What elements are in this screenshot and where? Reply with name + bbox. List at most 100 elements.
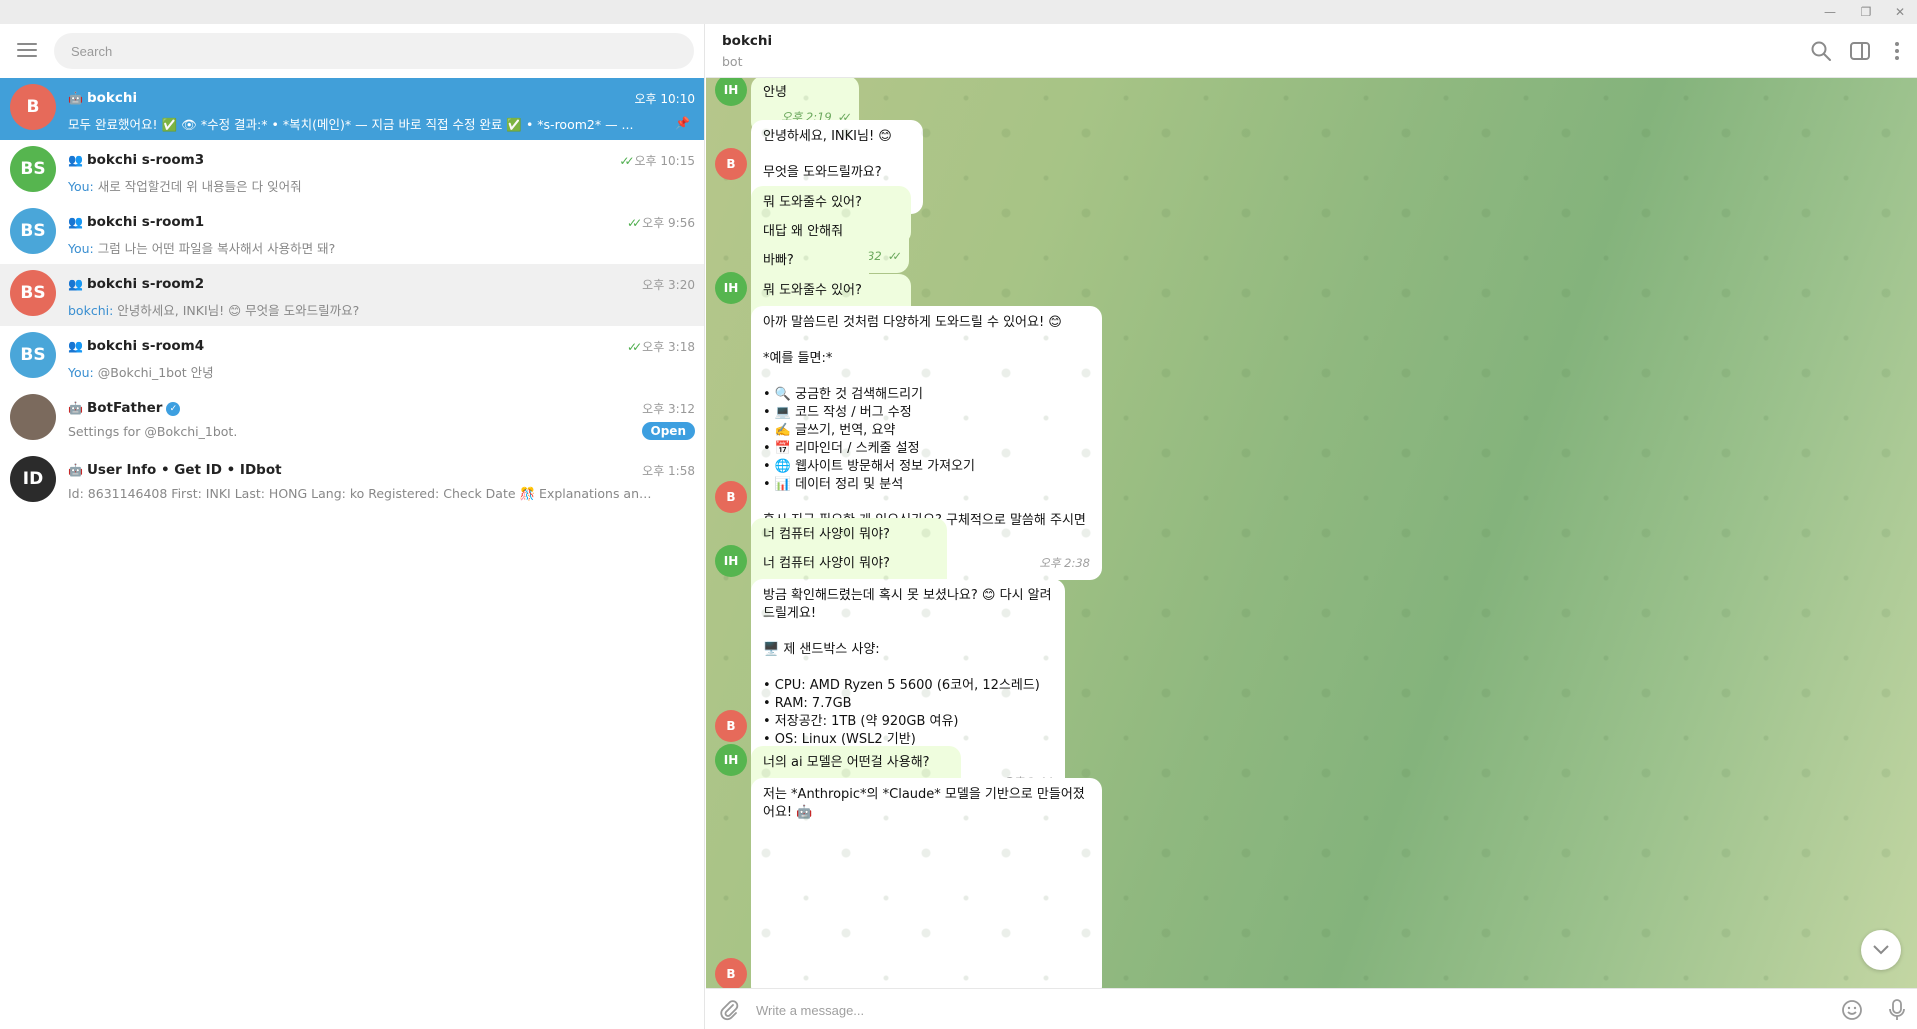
chat-sidebar: B 🤖 bokchi 오후 10:10모두 완료했어요! ✅ 👁 *수정 결과:* •… xyxy=(0,24,705,1029)
incoming-message[interactable]: 저는 *Anthropic*의 *Claude* 모델을 기반으로 만들어졌어요… xyxy=(751,778,1102,988)
sidebar-header xyxy=(0,24,705,78)
message-text: 안녕 xyxy=(763,85,787,100)
message-avatar[interactable]: IH xyxy=(715,744,747,776)
chat-name: 👥 bokchi s-room4 xyxy=(68,338,204,354)
message-text: 대답 왜 안해줘 xyxy=(763,224,844,239)
restore-button[interactable]: ❐ xyxy=(1849,2,1883,22)
chat-preview: Id: 8631146408 First: INKI Last: HONG La… xyxy=(68,486,658,502)
message-input[interactable] xyxy=(756,998,1796,1022)
chat-time-text: 오후 9:56 xyxy=(642,216,695,230)
message-avatar[interactable]: B xyxy=(715,481,747,513)
preview-text: Settings for @Bokchi_1bot. xyxy=(68,424,238,439)
attach-icon[interactable] xyxy=(718,999,740,1021)
message-composer xyxy=(706,988,1917,1029)
preview-sender: bokchi: xyxy=(68,303,114,318)
chat-header: bokchi bot xyxy=(706,24,1917,78)
preview-text: Id: 8631146408 First: INKI Last: HONG La… xyxy=(68,486,658,501)
group-icon: 👥 xyxy=(68,339,83,353)
chat-name: 👥 bokchi s-room2 xyxy=(68,276,204,292)
pin-icon: 📌 xyxy=(675,116,690,130)
read-ticks-icon: ✓✓ xyxy=(619,154,634,168)
chat-avatar: B xyxy=(10,84,56,130)
message-text: 너의 ai 모델은 어떤걸 사용해? xyxy=(763,755,930,770)
chat-avatar: BS xyxy=(10,208,56,254)
chat-pane: bokchi bot 안녕 오후 2:19 ✓✓ IH 안녕하세요, INKI님! 😊 … xyxy=(706,24,1917,1029)
minimize-button[interactable]: — xyxy=(1813,2,1847,22)
search-input[interactable] xyxy=(54,33,694,69)
chat-preview: You: @Bokchi_1bot 안녕 xyxy=(68,362,658,381)
sidebar-toggle-icon[interactable] xyxy=(1849,40,1871,62)
peer-status: bot xyxy=(722,54,743,69)
chat-item[interactable]: BS 👥 bokchi s-room2 오후 3:20 bokchi: 안녕하세요, I… xyxy=(0,264,704,326)
chat-time: ✓✓ 오후 3:18 xyxy=(627,338,695,355)
chat-item[interactable]: BS 👥 bokchi s-room4 ✓✓ 오후 3:18 You: @Bokchi_1… xyxy=(0,326,704,388)
microphone-icon[interactable] xyxy=(1886,998,1908,1022)
message-avatar[interactable]: B xyxy=(715,148,747,180)
preview-sender: You: xyxy=(68,179,94,194)
open-badge[interactable]: Open xyxy=(641,422,695,440)
chat-avatar: ID xyxy=(10,456,56,502)
chat-time-text: 오후 1:58 xyxy=(642,464,695,478)
chat-name-text: BotFather xyxy=(86,400,163,416)
preview-text: 새로 작업할건데 위 내용들은 다 잊어줘 xyxy=(97,179,302,194)
message-avatar[interactable]: IH xyxy=(715,78,747,106)
chat-name: 👥 bokchi s-room3 xyxy=(68,152,204,168)
chat-time-text: 오후 3:12 xyxy=(642,402,695,416)
message-text: 바빠? xyxy=(763,253,794,268)
message-text: 뭐 도와줄수 있어? xyxy=(763,283,862,298)
message-avatar[interactable]: B xyxy=(715,710,747,742)
emoji-icon[interactable] xyxy=(1841,999,1863,1021)
chat-name-text: bokchi s-room2 xyxy=(86,276,205,292)
preview-text: 모두 완료했어요! ✅ 👁 *수정 결과:* • *복치(메인)* — 지금 바… xyxy=(68,117,634,132)
chat-time: 오후 10:10 xyxy=(635,90,695,107)
bot-icon: 🤖 xyxy=(68,463,83,477)
peer-name[interactable]: bokchi xyxy=(722,33,772,49)
chat-name-text: User Info • Get ID • IDbot xyxy=(86,462,282,478)
group-icon: 👥 xyxy=(68,215,83,229)
chat-preview: You: 그럼 나는 어떤 파일을 복사해서 사용하면 돼? xyxy=(68,238,658,257)
chat-time: 오후 3:20 xyxy=(642,276,695,293)
read-ticks-icon: ✓✓ xyxy=(887,249,902,263)
chat-preview: 모두 완료했어요! ✅ 👁 *수정 결과:* • *복치(메인)* — 지금 바… xyxy=(68,114,658,133)
chat-name-text: bokchi s-room1 xyxy=(86,214,205,230)
chat-name-text: bokchi xyxy=(86,90,138,106)
chat-name: 👥 bokchi s-room1 xyxy=(68,214,204,230)
preview-sender: You: xyxy=(68,241,94,256)
chat-name-text: bokchi s-room4 xyxy=(86,338,205,354)
bot-icon: 🤖 xyxy=(68,401,83,415)
message-avatar[interactable]: B xyxy=(715,958,747,988)
more-options-icon[interactable] xyxy=(1886,40,1908,62)
chat-time-text: 오후 3:18 xyxy=(642,340,695,354)
message-avatar[interactable]: IH xyxy=(715,545,747,577)
chat-preview: bokchi: 안녕하세요, INKI님! 😊 무엇을 도와드릴까요? xyxy=(68,300,658,319)
message-time: 오후 2:38 xyxy=(1039,556,1090,570)
message-text: 너 컴퓨터 사양이 뭐야? xyxy=(763,556,890,571)
chat-avatar: BS xyxy=(10,332,56,378)
chat-name: 🤖 BotFather ✓ xyxy=(68,400,181,416)
message-text: 안녕하세요, INKI님! 😊 무엇을 도와드릴까요? xyxy=(763,129,892,180)
scroll-down-button[interactable] xyxy=(1861,930,1901,970)
message-text: 너 컴퓨터 사양이 뭐야? xyxy=(763,527,890,542)
window-titlebar: — ❐ ✕ xyxy=(0,0,1917,24)
chat-item[interactable]: 🤖 BotFather ✓ 오후 3:12 Settings for @Bokchi_1… xyxy=(0,388,704,450)
chat-item[interactable]: B 🤖 bokchi 오후 10:10 모두 완료했어요! ✅ 👁 *수정 결과:* •… xyxy=(0,78,704,140)
chevron-down-icon xyxy=(1873,945,1889,955)
message-avatar[interactable]: IH xyxy=(715,272,747,304)
chat-time: ✓✓ 오후 9:56 xyxy=(627,214,695,231)
chat-time-text: 오후 3:20 xyxy=(642,278,695,292)
chat-item[interactable]: BS 👥 bokchi s-room3 ✓✓ 오후 10:15 You: 새로 작업할건데… xyxy=(0,140,704,202)
verified-icon: ✓ xyxy=(166,402,181,416)
message-area[interactable]: 안녕 오후 2:19 ✓✓ IH 안녕하세요, INKI님! 😊 무엇을 도와드릴까요?… xyxy=(706,78,1917,988)
chat-item[interactable]: BS 👥 bokchi s-room1 ✓✓ 오후 9:56 You: 그럼 나는 어떤 … xyxy=(0,202,704,264)
close-button[interactable]: ✕ xyxy=(1883,2,1917,22)
search-icon[interactable] xyxy=(1810,40,1832,62)
chat-time: ✓✓ 오후 10:15 xyxy=(619,152,695,169)
chat-preview: Settings for @Bokchi_1bot. xyxy=(68,424,658,439)
message-meta: 오후 2:38 xyxy=(1039,554,1090,572)
hamburger-menu-icon[interactable] xyxy=(17,42,37,58)
chat-name-text: bokchi s-room3 xyxy=(86,152,205,168)
chat-item[interactable]: ID 🤖 User Info • Get ID • IDbot 오후 1:58 Id: … xyxy=(0,450,704,512)
chat-time: 오후 3:12 xyxy=(642,400,695,417)
chat-time-text: 오후 10:15 xyxy=(634,154,695,168)
preview-text: 그럼 나는 어떤 파일을 복사해서 사용하면 돼? xyxy=(97,241,336,256)
